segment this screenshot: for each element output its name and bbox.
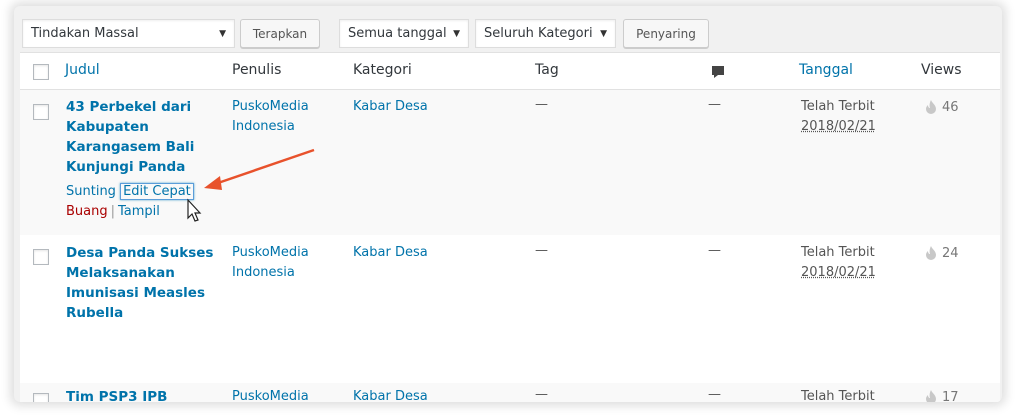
- post-date: Telah Terbit 2018/02/21: [801, 243, 901, 283]
- views-value: 46: [942, 100, 959, 115]
- tags-empty: —: [535, 387, 548, 402]
- views-count: 17: [923, 389, 959, 402]
- flame-icon: [926, 100, 936, 114]
- post-title-link[interactable]: 43 Perbekel dari Kabupaten Karangasem Ba…: [66, 97, 216, 177]
- category-link[interactable]: Kabar Desa: [353, 387, 463, 402]
- flame-icon: [926, 390, 936, 402]
- table-header: Judul Penulis Kategori Tag Tanggal Views: [20, 53, 1000, 90]
- views-value: 17: [942, 390, 959, 402]
- tags-empty: —: [535, 97, 548, 112]
- row-checkbox[interactable]: [33, 104, 49, 120]
- dropdown-arrow-icon: ▼: [219, 28, 226, 39]
- author-link[interactable]: PuskoMedia: [232, 387, 342, 402]
- comments-empty: —: [708, 243, 721, 258]
- tablenav-top: Tindakan Massal ▼ Terapkan Semua tanggal…: [14, 6, 1002, 52]
- post-date: Telah Terbit 2018/02/21: [801, 97, 901, 137]
- row-checkbox[interactable]: [33, 393, 49, 402]
- views-count: 24: [923, 245, 959, 262]
- quick-edit-link[interactable]: Edit Cepat: [120, 183, 194, 200]
- apply-button[interactable]: Terapkan: [240, 19, 320, 48]
- column-tags-header: Tag: [535, 62, 559, 78]
- comments-empty: —: [708, 97, 721, 112]
- date-filter-label: Semua tanggal: [348, 26, 447, 41]
- posts-table: Judul Penulis Kategori Tag Tanggal Views…: [20, 52, 1000, 402]
- post-date: Telah Terbit: [801, 387, 901, 402]
- post-title-link[interactable]: Desa Panda Sukses Melaksanakan Imunisasi…: [66, 243, 216, 323]
- filter-button[interactable]: Penyaring: [623, 19, 709, 48]
- post-status: Telah Terbit: [801, 245, 875, 260]
- post-status: Telah Terbit: [801, 99, 875, 114]
- row-checkbox[interactable]: [33, 249, 49, 265]
- comment-bubble-icon[interactable]: [710, 64, 726, 84]
- posts-list-panel: Tindakan Massal ▼ Terapkan Semua tanggal…: [14, 6, 1002, 402]
- tags-empty: —: [535, 243, 548, 258]
- table-row: 43 Perbekel dari Kabupaten Karangasem Ba…: [20, 90, 1000, 235]
- table-row: Tim PSP3 IPB PuskoMedia Kabar Desa — — T…: [20, 383, 1000, 402]
- post-date-value: 2018/02/21: [801, 265, 876, 280]
- column-title-header[interactable]: Judul: [65, 62, 100, 78]
- author-link[interactable]: PuskoMedia Indonesia: [232, 243, 342, 283]
- views-count: 46: [923, 99, 959, 116]
- edit-link[interactable]: Sunting: [66, 184, 116, 199]
- column-date-header[interactable]: Tanggal: [799, 62, 853, 78]
- trash-link[interactable]: Buang: [66, 204, 108, 219]
- table-row: Desa Panda Sukses Melaksanakan Imunisasi…: [20, 235, 1000, 383]
- dropdown-arrow-icon: ▼: [453, 28, 460, 39]
- category-link[interactable]: Kabar Desa: [353, 243, 463, 263]
- post-title-link[interactable]: Tim PSP3 IPB: [66, 387, 216, 402]
- column-views-header: Views: [921, 62, 962, 78]
- author-link[interactable]: PuskoMedia Indonesia: [232, 97, 342, 137]
- category-link[interactable]: Kabar Desa: [353, 97, 463, 117]
- comments-empty: —: [708, 387, 721, 402]
- bulk-action-label: Tindakan Massal: [31, 26, 139, 41]
- bulk-action-select[interactable]: Tindakan Massal ▼: [22, 19, 235, 48]
- date-filter-select[interactable]: Semua tanggal ▼: [339, 19, 469, 48]
- action-separator: |: [110, 204, 116, 219]
- post-date-value: 2018/02/21: [801, 119, 876, 134]
- select-all-checkbox[interactable]: [33, 64, 49, 80]
- column-author-header: Penulis: [232, 62, 282, 78]
- column-categories-header: Kategori: [353, 62, 412, 78]
- views-value: 24: [942, 246, 959, 261]
- view-link[interactable]: Tampil: [118, 204, 160, 219]
- flame-icon: [926, 246, 936, 260]
- dropdown-arrow-icon: ▼: [600, 28, 607, 39]
- post-status: Telah Terbit: [801, 389, 875, 402]
- category-filter-select[interactable]: Seluruh Kategori ▼: [475, 19, 616, 48]
- category-filter-label: Seluruh Kategori: [484, 26, 593, 41]
- row-actions: Sunting Edit Cepat Buang | Tampil: [66, 182, 226, 222]
